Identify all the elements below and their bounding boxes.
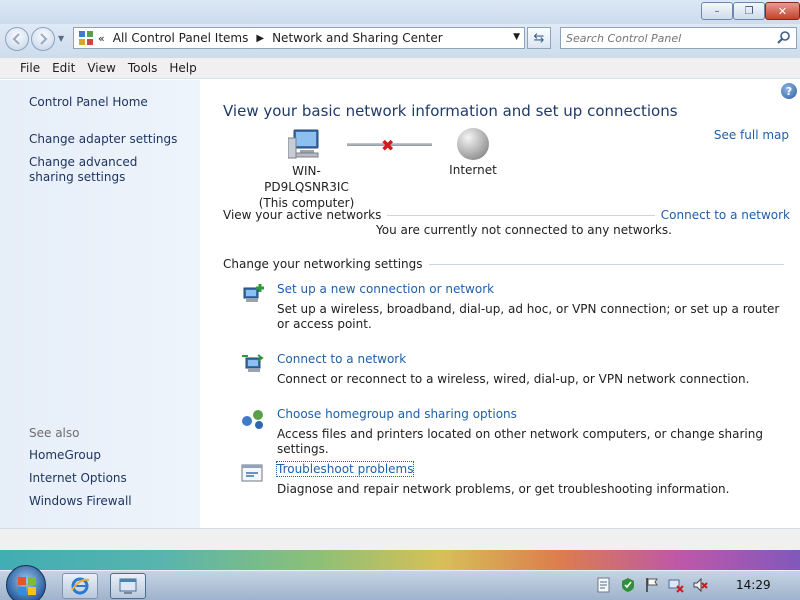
search-icon[interactable]	[776, 30, 792, 46]
not-connected-message: You are currently not connected to any n…	[376, 223, 672, 237]
homegroup-icon	[242, 410, 263, 429]
homegroup-sharing-desc: Access files and printers located on oth…	[277, 427, 763, 456]
refresh-button[interactable]: ⇆	[527, 27, 551, 49]
minimize-button[interactable]: –	[701, 2, 733, 20]
navigation-bar: ▼ « All Control Panel Items ▶ Network an…	[0, 24, 800, 58]
taskbar-control-panel[interactable]	[110, 573, 146, 599]
taskbar: 14:29	[0, 550, 800, 600]
start-button[interactable]	[6, 565, 46, 600]
maximize-icon: ❐	[744, 5, 754, 17]
connect-network-icon	[242, 354, 264, 372]
page-title: View your basic network information and …	[223, 102, 678, 120]
active-networks-label: View your active networks	[223, 208, 382, 222]
taskbar-internet-explorer[interactable]	[62, 573, 98, 599]
menu-file[interactable]: File	[14, 61, 46, 75]
setup-connection-link[interactable]: Set up a new connection or network	[277, 282, 494, 296]
breadcrumb-network-and-sharing-center[interactable]: Network and Sharing Center	[272, 31, 443, 45]
active-networks-header: View your active networks Connect to a n…	[223, 208, 790, 222]
search-box[interactable]	[560, 27, 797, 49]
connect-network-desc: Connect or reconnect to a wireless, wire…	[277, 372, 750, 386]
sidebar-item-change-advanced-sharing-settings[interactable]: Change advanced sharing settings	[29, 155, 179, 185]
back-button[interactable]	[5, 27, 29, 51]
see-full-map-link[interactable]: See full map	[714, 128, 789, 142]
sidebar-item-control-panel-home[interactable]: Control Panel Home	[29, 95, 148, 110]
security-shield-icon[interactable]	[620, 577, 636, 593]
windows-logo-icon	[18, 577, 36, 595]
desktop-wallpaper-strip	[0, 550, 800, 570]
taskbar-bar: 14:29	[0, 565, 800, 600]
task-setup-connection: Set up a new connection or network Set u…	[240, 282, 800, 332]
clock[interactable]: 14:29	[736, 578, 771, 592]
back-arrow-icon	[12, 33, 20, 45]
window-title-bar: – ❐ ✕	[0, 0, 800, 24]
internet-explorer-icon	[71, 577, 90, 595]
help-icon[interactable]: ?	[781, 83, 797, 99]
control-panel-icon	[79, 31, 93, 45]
see-also-homegroup[interactable]: HomeGroup	[29, 448, 101, 463]
troubleshoot-desc: Diagnose and repair network problems, or…	[277, 482, 730, 496]
recent-pages-dropdown[interactable]: ▼	[58, 34, 68, 44]
action-center-icon[interactable]	[596, 577, 612, 593]
status-bar	[0, 528, 800, 550]
task-troubleshoot: Troubleshoot problems Diagnose and repai…	[240, 461, 800, 502]
network-disconnected-icon[interactable]	[668, 577, 684, 593]
sidebar: Control Panel Home Change adapter settin…	[0, 80, 200, 528]
menu-edit[interactable]: Edit	[46, 61, 81, 75]
volume-muted-icon[interactable]	[692, 577, 708, 593]
homegroup-sharing-link[interactable]: Choose homegroup and sharing options	[277, 407, 517, 421]
see-also-windows-firewall[interactable]: Windows Firewall	[29, 494, 132, 509]
forward-button[interactable]	[31, 27, 55, 51]
forward-arrow-icon	[40, 33, 48, 45]
main-content: ? View your basic network information an…	[200, 80, 800, 528]
close-button[interactable]: ✕	[765, 2, 800, 20]
menu-view[interactable]: View	[81, 61, 121, 75]
see-also-heading: See also	[29, 426, 80, 440]
computer-icon	[288, 129, 319, 159]
computer-name-text: WIN-PD9LQSNR3IC	[264, 164, 349, 194]
change-settings-header: Change your networking settings	[223, 257, 790, 271]
troubleshoot-link[interactable]: Troubleshoot problems	[275, 461, 415, 477]
troubleshoot-icon	[241, 464, 263, 482]
divider	[387, 214, 655, 216]
search-input[interactable]	[561, 28, 761, 48]
divider	[428, 263, 784, 265]
notification-area	[596, 577, 708, 593]
connect-network-task-link[interactable]: Connect to a network	[277, 352, 406, 366]
flag-icon[interactable]	[644, 577, 660, 593]
disconnected-x-icon: ✖	[381, 136, 395, 155]
menu-tools[interactable]: Tools	[122, 61, 164, 75]
minimize-icon: –	[714, 5, 720, 17]
internet-globe-icon	[457, 128, 489, 160]
refresh-icon: ⇆	[533, 30, 545, 46]
menu-bar: File Edit View Tools Help	[0, 58, 800, 79]
new-connection-icon	[243, 284, 264, 302]
connect-to-network-link[interactable]: Connect to a network	[661, 208, 790, 222]
address-dropdown-icon[interactable]: ▼	[513, 32, 520, 42]
control-panel-window-icon	[119, 578, 137, 594]
sidebar-item-change-adapter-settings[interactable]: Change adapter settings	[29, 132, 177, 147]
chevron-double-left-icon[interactable]: «	[98, 32, 105, 45]
menu-help[interactable]: Help	[163, 61, 202, 75]
address-bar[interactable]: « All Control Panel Items ▶ Network and …	[73, 27, 525, 49]
close-icon: ✕	[777, 4, 788, 18]
task-homegroup-sharing: Choose homegroup and sharing options Acc…	[240, 407, 800, 456]
setup-connection-desc: Set up a wireless, broadband, dial-up, a…	[277, 302, 780, 331]
breadcrumb-separator-icon[interactable]: ▶	[256, 33, 264, 44]
breadcrumb-all-control-panel-items[interactable]: All Control Panel Items	[113, 31, 249, 45]
maximize-button[interactable]: ❐	[733, 2, 765, 20]
task-connect-network: Connect to a network Connect or reconnec…	[240, 352, 800, 392]
see-also-internet-options[interactable]: Internet Options	[29, 471, 127, 486]
change-settings-label: Change your networking settings	[223, 257, 423, 271]
computer-name: WIN-PD9LQSNR3IC (This computer)	[255, 163, 358, 211]
internet-label: Internet	[449, 163, 497, 177]
